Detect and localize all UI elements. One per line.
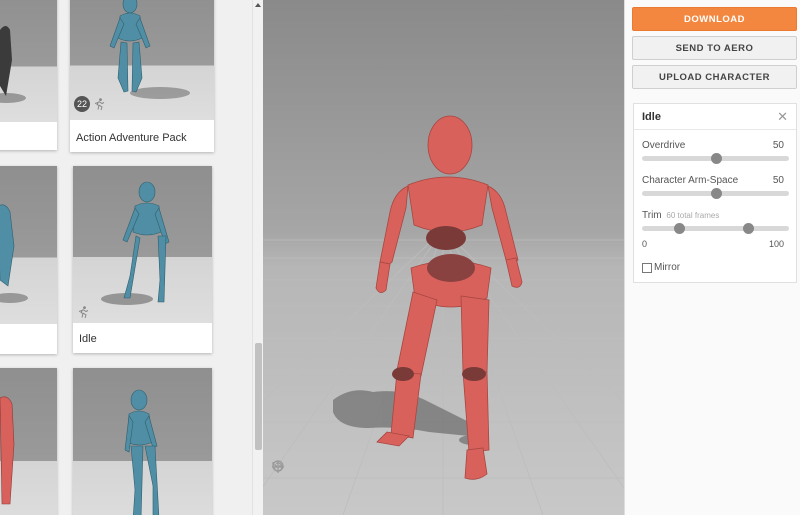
mirror-checkbox-box[interactable] [642, 262, 652, 273]
card-title: Action Adventure Pack [70, 124, 214, 152]
card-thumbnail [73, 166, 212, 323]
trim-end-handle[interactable] [742, 223, 754, 234]
overdrive-slider[interactable] [642, 153, 789, 164]
gallery-card-partial-3[interactable] [0, 368, 57, 515]
overdrive-slider-handle[interactable] [710, 153, 722, 164]
trim-range-slider[interactable] [642, 223, 789, 234]
running-figure-icon [94, 98, 105, 110]
trim-title: Trim [642, 210, 662, 221]
character-thumbnail [0, 204, 28, 303]
scene-canvas[interactable] [263, 0, 624, 515]
move-icon[interactable] [271, 460, 285, 474]
send-to-aero-button[interactable]: SEND TO AERO [632, 36, 797, 60]
gallery-card[interactable]: 22 Action Adventure Pack [70, 0, 214, 152]
animation-gallery: 22 Action Adventure Pack Idle [0, 0, 252, 515]
trim-label: Trim 60 total frames [642, 210, 719, 221]
gallery-scrollbar[interactable] [252, 0, 263, 515]
scrollbar-thumb[interactable] [255, 343, 262, 450]
overdrive-value: 50 [772, 140, 784, 151]
card-title: Idle [73, 325, 212, 353]
settings-header: Idle ✕ [634, 104, 796, 130]
pack-count-badge: 22 [74, 96, 90, 112]
overdrive-label: Overdrive [642, 140, 686, 151]
settings-title: Idle [642, 111, 661, 123]
card-thumbnail: 22 [70, 0, 214, 120]
upload-character-button[interactable]: UPLOAD CHARACTER [632, 65, 797, 89]
character-thumbnail [124, 389, 160, 515]
right-panel: DOWNLOAD SEND TO AERO UPLOAD CHARACTER I… [624, 0, 800, 515]
scroll-up-arrow[interactable] [255, 3, 261, 7]
gallery-card-partial-2[interactable] [0, 166, 57, 354]
trim-min-label: 0 [642, 239, 648, 249]
character-thumbnail [109, 0, 190, 99]
running-figure-icon [78, 306, 89, 318]
3d-viewport[interactable] [263, 0, 624, 515]
card-thumbnail [0, 166, 57, 324]
mirror-label: Mirror [654, 262, 681, 273]
arm-space-value: 50 [772, 175, 784, 186]
character-thumbnail [0, 26, 26, 103]
trim-total-frames: 60 total frames [666, 211, 720, 220]
download-button[interactable]: DOWNLOAD [632, 7, 797, 31]
arm-space-label: Character Arm-Space [642, 175, 739, 186]
character-thumbnail [101, 181, 170, 305]
card-thumbnail [0, 368, 57, 515]
gallery-card[interactable]: Idle [73, 166, 212, 353]
trim-start-handle[interactable] [673, 223, 685, 234]
character-thumbnail [0, 396, 15, 505]
gallery-card-partial-1[interactable] [0, 0, 57, 150]
card-thumbnail [0, 0, 57, 122]
card-thumbnail [73, 368, 212, 515]
animation-settings-panel: Idle ✕ Overdrive 50 Character Arm-Space … [633, 103, 797, 283]
arm-space-slider-handle[interactable] [710, 188, 722, 199]
close-icon[interactable]: ✕ [777, 109, 788, 125]
gallery-card[interactable] [73, 368, 212, 515]
mirror-checkbox[interactable]: Mirror [642, 262, 680, 273]
arm-space-slider[interactable] [642, 188, 789, 199]
trim-max-label: 100 [768, 239, 784, 249]
